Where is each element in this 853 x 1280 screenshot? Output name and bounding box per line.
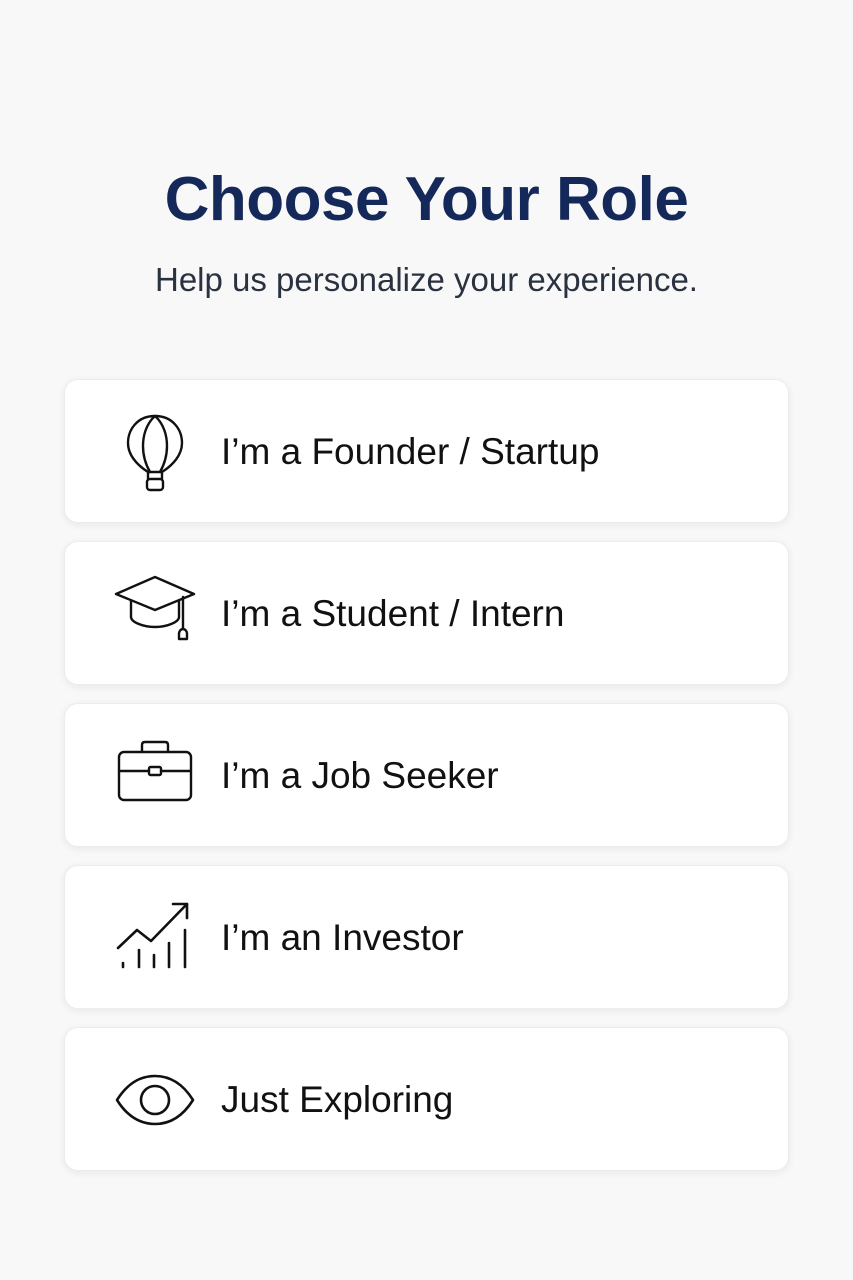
role-option-exploring[interactable]: Just Exploring: [64, 1027, 789, 1171]
role-option-job-seeker[interactable]: I’m a Job Seeker: [64, 703, 789, 847]
hot-air-balloon-icon: [113, 410, 197, 494]
role-list: I’m a Founder / Startup I’m a Student / …: [64, 379, 789, 1189]
role-option-investor[interactable]: I’m an Investor: [64, 865, 789, 1009]
eye-icon: [113, 1058, 197, 1142]
role-label: Just Exploring: [221, 1079, 454, 1120]
role-label: I’m an Investor: [221, 917, 464, 958]
page-subtitle: Help us personalize your experience.: [155, 261, 698, 298]
role-label: I’m a Student / Intern: [221, 593, 565, 634]
page-title: Choose Your Role: [164, 165, 689, 234]
role-option-founder[interactable]: I’m a Founder / Startup: [64, 379, 789, 523]
graduation-cap-icon: [113, 572, 197, 656]
briefcase-icon: [113, 734, 197, 818]
role-option-student[interactable]: I’m a Student / Intern: [64, 541, 789, 685]
role-label: I’m a Founder / Startup: [221, 431, 600, 472]
role-label: I’m a Job Seeker: [221, 755, 499, 796]
growth-chart-icon: [113, 896, 197, 980]
